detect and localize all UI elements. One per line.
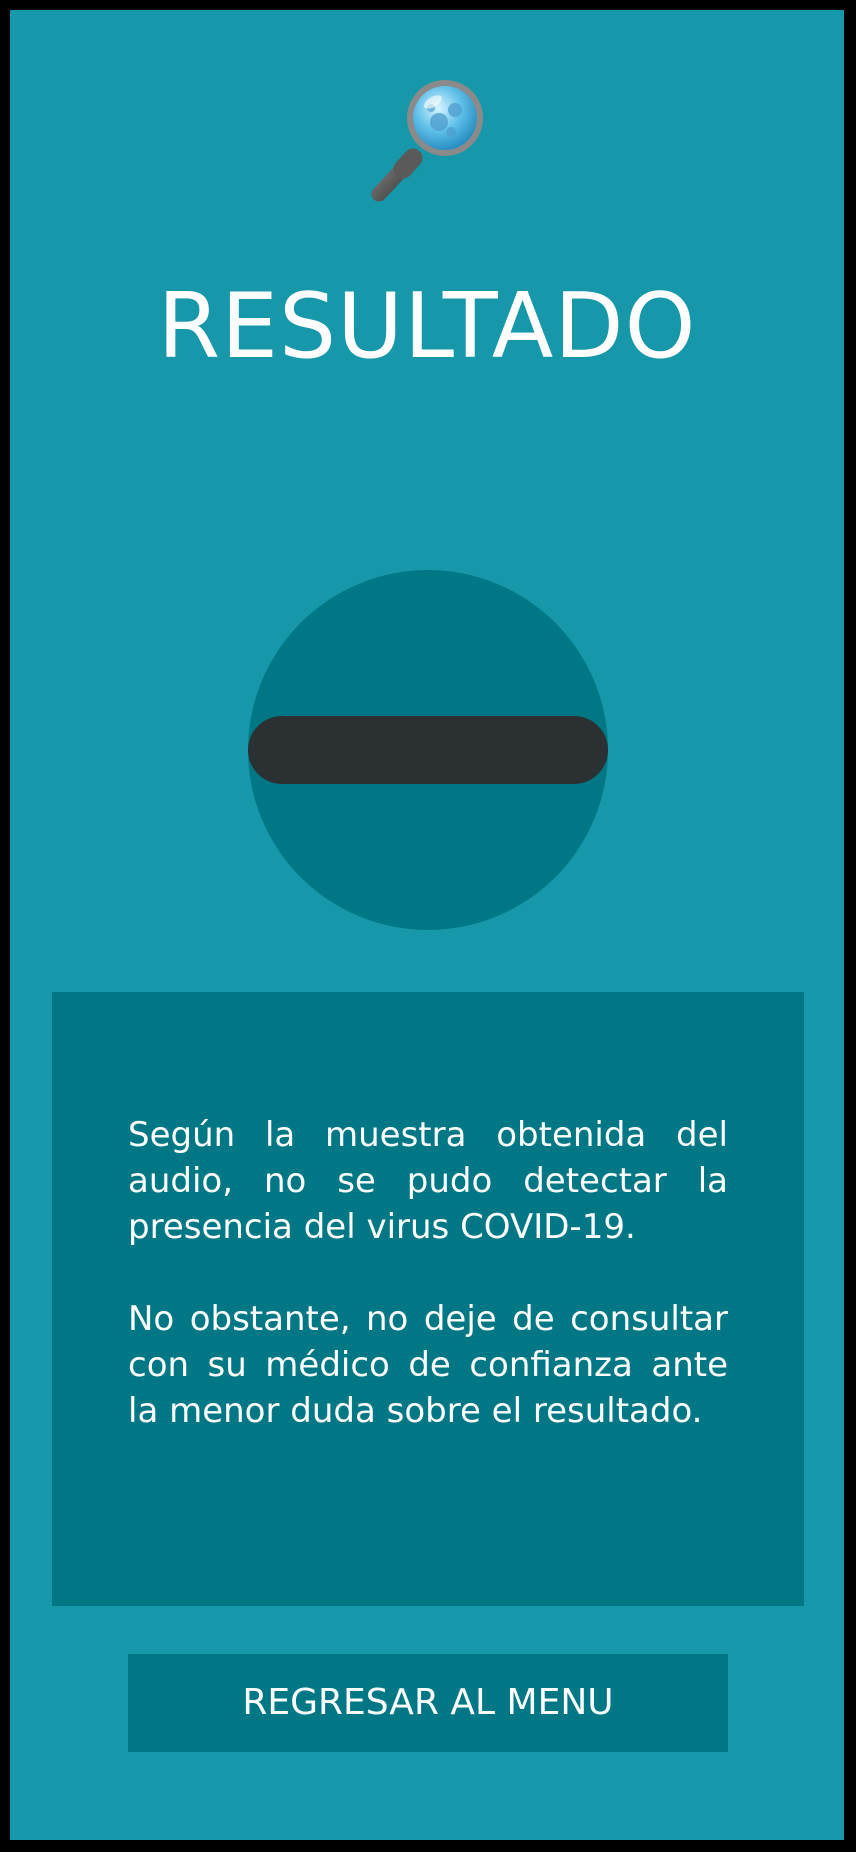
result-message-panel: Según la muestra obtenida del audio, no … (52, 992, 804, 1606)
negative-result-indicator (248, 570, 608, 930)
negative-minus-icon (248, 716, 608, 784)
result-message-paragraph: Según la muestra obtenida del audio, no … (128, 1115, 728, 1247)
advice-message-paragraph: No obstante, no deje de consultar con su… (128, 1299, 728, 1431)
magnifier-virus-icon (371, 80, 483, 202)
page-title: RESULTADO (157, 274, 697, 379)
result-screen: RESULTADO Según la muestra obtenida del … (10, 10, 844, 1840)
result-message: Según la muestra obtenida del audio, no … (128, 1112, 728, 1480)
back-to-menu-button[interactable]: REGRESAR AL MENU (128, 1654, 728, 1752)
